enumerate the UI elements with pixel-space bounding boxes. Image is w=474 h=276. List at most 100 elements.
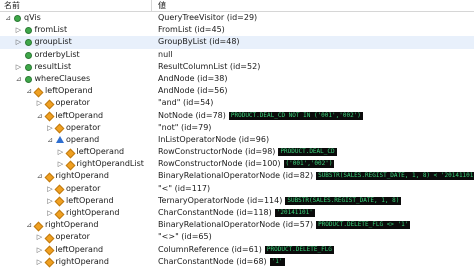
tree-row[interactable]: ▷ leftOperand RowConstructorNode (id=98) PR… xyxy=(0,146,474,159)
value-text: null xyxy=(158,49,173,59)
tree-row[interactable]: ▷ operator "<>" (id=65) xyxy=(0,231,474,244)
variable-value: QueryTreeVisitor (id=29) xyxy=(158,12,257,24)
tree-row[interactable]: ⊿ leftOperand NotNode (id=78) PRODUCT.DEAL_… xyxy=(0,110,474,122)
variable-value: BinaryRelationalOperatorNode (id=57) PROD… xyxy=(158,219,411,231)
expand-toggle-icon[interactable]: ▷ xyxy=(15,24,23,36)
variable-value: TernaryOperatorNode (id=114) SUBSTR(SALES… xyxy=(158,195,402,207)
variable-name: operand xyxy=(66,134,100,144)
orange-diamond-icon xyxy=(54,123,65,134)
green-dot-icon xyxy=(24,39,32,47)
expand-toggle-icon[interactable]: ⊿ xyxy=(25,219,33,231)
orange-diamond-icon xyxy=(65,160,75,171)
variable-name: leftOperand xyxy=(76,147,125,157)
expand-toggle-icon[interactable]: ▷ xyxy=(36,231,44,243)
expand-toggle-icon[interactable]: ▷ xyxy=(36,244,44,256)
variable-name: rightOperand xyxy=(45,220,99,230)
tree-row[interactable]: ▷ rightOperand CharConstantNode (id=118) '2… xyxy=(0,207,474,219)
variable-value: AndNode (id=38) xyxy=(158,73,227,85)
expand-toggle-icon[interactable]: ⊿ xyxy=(36,170,44,182)
expand-toggle-icon[interactable]: ▷ xyxy=(46,207,54,219)
tree-row[interactable]: orderbyList null xyxy=(0,49,474,61)
orange-diamond-icon xyxy=(44,111,54,122)
green-dot-icon xyxy=(24,75,32,83)
column-header: 名前 値 xyxy=(0,0,474,12)
green-dot-icon xyxy=(24,63,32,71)
expand-toggle-icon[interactable]: ▷ xyxy=(57,158,65,170)
tree-row[interactable]: ▷ operator "not" (id=79) xyxy=(0,122,474,134)
blue-triangle-icon xyxy=(56,135,64,143)
variable-value: ResultColumnList (id=52) xyxy=(158,61,260,73)
tree-row[interactable]: ⊿ whereClauses AndNode (id=38) xyxy=(0,73,474,85)
variable-name: operator xyxy=(66,122,101,132)
orange-diamond-icon xyxy=(44,245,54,256)
tree-row[interactable]: ▷ rightOperand CharConstantNode (id=68) '1' xyxy=(0,256,474,268)
expand-toggle-icon[interactable]: ▷ xyxy=(46,195,54,207)
tree-row[interactable]: ▷ resultList ResultColumnList (id=52) xyxy=(0,61,474,73)
variable-name: qVis xyxy=(24,13,41,22)
value-text: CharConstantNode (id=68) xyxy=(158,256,267,266)
value-text: NotNode (id=78) xyxy=(158,110,226,120)
expand-toggle-icon[interactable]: ▷ xyxy=(36,256,44,268)
sql-fragment-badge: PRODUCT.DEAL_CD xyxy=(278,148,337,157)
tree-row[interactable]: ▷ operator "<" (id=117) xyxy=(0,183,474,195)
value-text: AndNode (id=38) xyxy=(158,73,228,83)
name-column-header[interactable]: 名前 xyxy=(4,0,20,11)
sql-fragment-badge: PRODUCT.DELETE_FLG <> '1' xyxy=(316,221,411,230)
variable-name: operator xyxy=(66,183,101,193)
value-text: BinaryRelationalOperatorNode (id=82) xyxy=(158,171,314,181)
variable-name: groupList xyxy=(34,37,72,47)
sql-fragment-badge: '20141101' xyxy=(274,209,315,217)
sql-fragment-badge: PRODUCT.DELETE_FLG xyxy=(264,245,334,254)
expand-toggle-icon[interactable]: ▷ xyxy=(15,61,23,73)
expand-toggle-icon[interactable]: ▷ xyxy=(46,122,54,134)
value-text: ColumnReference (id=61) xyxy=(158,244,262,254)
variable-value: FromList (id=45) xyxy=(158,24,225,36)
tree-row[interactable]: ▷ rightOperandList RowConstructorNode (id=… xyxy=(0,158,474,171)
variable-name: leftOperand xyxy=(45,86,93,96)
expand-toggle-icon[interactable]: ⊿ xyxy=(36,110,44,122)
tree-row[interactable]: ⊿ rightOperand BinaryRelationalOperatorNod… xyxy=(0,219,474,232)
column-divider[interactable] xyxy=(151,0,152,11)
expand-toggle-icon[interactable]: ⊿ xyxy=(15,73,23,85)
orange-diamond-icon xyxy=(54,184,65,195)
expand-toggle-icon[interactable]: ▷ xyxy=(36,97,44,109)
value-text: InListOperatorNode (id=96) xyxy=(158,134,270,144)
tree-row[interactable]: ▷ leftOperand ColumnReference (id=61) PRODU… xyxy=(0,244,474,256)
tree-row[interactable]: ▷ leftOperand TernaryOperatorNode (id=114)… xyxy=(0,195,474,207)
expand-toggle-icon[interactable]: ⊿ xyxy=(46,134,54,146)
value-text: TernaryOperatorNode (id=114) xyxy=(158,195,283,205)
tree-row[interactable]: ⊿ leftOperand AndNode (id=56) xyxy=(0,85,474,98)
expand-toggle-icon[interactable]: ▷ xyxy=(15,36,23,48)
green-dot-icon xyxy=(14,15,21,22)
expand-toggle-icon[interactable]: ⊿ xyxy=(4,12,12,24)
variable-value: NotNode (id=78) PRODUCT.DEAL_CD NOT IN ('… xyxy=(158,110,363,122)
green-dot-icon xyxy=(24,27,32,35)
variable-name: rightOperandList xyxy=(76,159,144,169)
variable-name: leftOperand xyxy=(55,110,104,120)
tree-row[interactable]: ⊿ operand InListOperatorNode (id=96) xyxy=(0,134,474,146)
orange-diamond-icon xyxy=(44,172,54,183)
tree-row[interactable]: ⊿ rightOperand BinaryRelationalOperatorNod… xyxy=(0,170,474,183)
value-text: RowConstructorNode (id=100) xyxy=(158,159,281,169)
value-text: "<" (id=117) xyxy=(158,183,211,193)
variable-name: rightOperand xyxy=(55,171,109,181)
expand-toggle-icon[interactable]: ⊿ xyxy=(25,85,33,97)
variable-name: operator xyxy=(55,232,90,242)
tree-row[interactable]: ▷ operator "and" (id=54) xyxy=(0,97,474,110)
expand-toggle-icon[interactable]: ▷ xyxy=(46,183,54,195)
tree-row[interactable]: ⊿ qVis QueryTreeVisitor (id=29) xyxy=(0,12,474,24)
expand-toggle-icon[interactable]: ▷ xyxy=(57,146,65,158)
orange-diamond-icon xyxy=(65,148,75,159)
orange-diamond-icon xyxy=(33,87,44,98)
value-column-header[interactable]: 値 xyxy=(158,0,166,11)
tree-row[interactable]: ▷ groupList GroupByList (id=48) xyxy=(0,36,474,49)
green-dot-icon xyxy=(24,51,32,59)
sql-fragment-badge: '1' xyxy=(269,257,285,266)
variable-name: rightOperand xyxy=(55,256,109,266)
value-text: "<>" (id=65) xyxy=(158,232,212,242)
tree-row[interactable]: ▷ fromList FromList (id=45) xyxy=(0,24,474,36)
variable-name: orderbyList xyxy=(34,49,80,59)
variable-name: fromList xyxy=(34,25,68,35)
value-text: "not" (id=79) xyxy=(158,122,212,132)
variable-value: null xyxy=(158,49,173,61)
